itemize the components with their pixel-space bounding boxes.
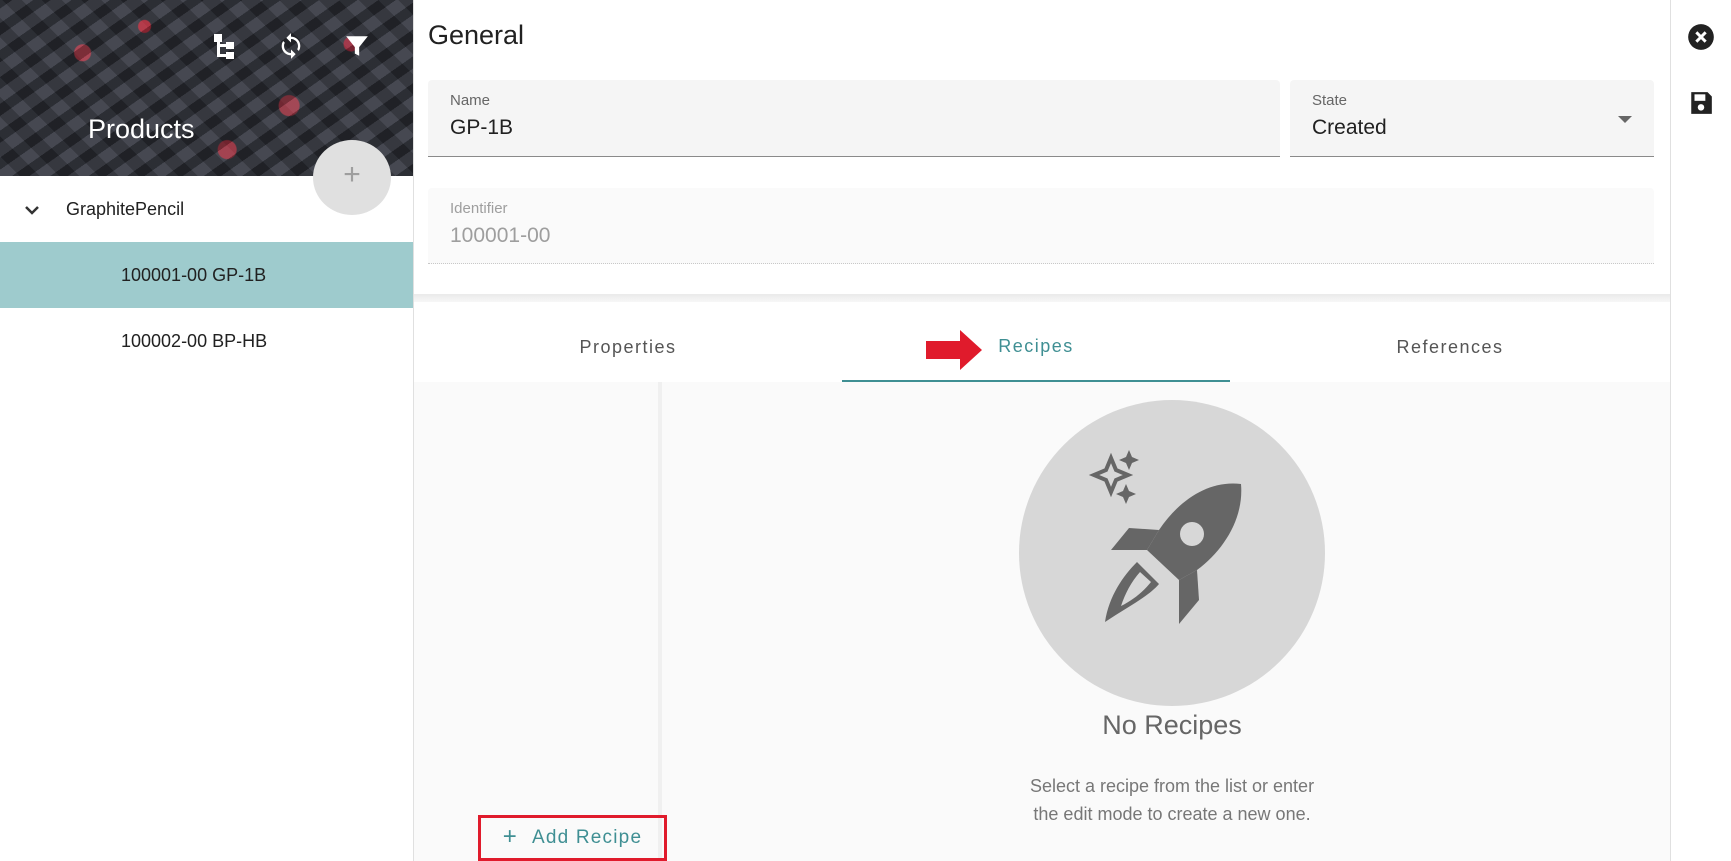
identifier-value: 100001-00 bbox=[450, 224, 551, 247]
identifier-label: Identifier bbox=[450, 200, 508, 217]
plus-icon: + bbox=[502, 823, 518, 850]
red-arrow-annotation-icon bbox=[924, 328, 984, 377]
close-icon[interactable] bbox=[1685, 21, 1717, 53]
section-title: General bbox=[428, 20, 525, 50]
empty-state-illustration bbox=[1019, 400, 1325, 706]
filter-icon[interactable] bbox=[341, 30, 373, 62]
save-icon[interactable] bbox=[1685, 87, 1717, 119]
recipe-list bbox=[414, 382, 662, 861]
add-recipe-label: Add Recipe bbox=[531, 827, 643, 848]
tree-item-label: 100001-00 GP-1B bbox=[121, 264, 267, 285]
tree-item-gp-1b[interactable]: 100001-00 GP-1B bbox=[0, 242, 413, 308]
chevron-down-icon[interactable] bbox=[22, 200, 42, 225]
tab-references[interactable]: References bbox=[1230, 312, 1670, 382]
empty-state-text: Select a recipe from the list or enter t… bbox=[1029, 776, 1315, 824]
name-value[interactable]: GP-1B bbox=[450, 116, 513, 140]
tab-recipes[interactable]: Recipes bbox=[842, 312, 1230, 382]
recipes-panel: + Add Recipe No Recipes Select a recipe … bbox=[414, 382, 1670, 861]
dropdown-arrow-icon[interactable] bbox=[1618, 116, 1632, 123]
section-divider bbox=[414, 294, 1670, 302]
state-label: State bbox=[1312, 92, 1348, 109]
add-recipe-button[interactable]: + Add Recipe bbox=[478, 815, 667, 861]
tree-group-label: GraphitePencil bbox=[66, 198, 185, 219]
add-product-button[interactable]: + bbox=[313, 140, 391, 215]
products-panel: Products + GraphitePencil 100001-00 GP-1… bbox=[0, 0, 414, 861]
action-rail bbox=[1670, 0, 1731, 861]
rocket-icon bbox=[1088, 450, 1242, 624]
refresh-icon[interactable] bbox=[275, 30, 307, 62]
state-value[interactable]: Created bbox=[1312, 116, 1387, 140]
empty-state-title: No Recipes bbox=[1102, 710, 1242, 740]
product-detail: General Name GP-1B State Created Identif… bbox=[414, 0, 1670, 861]
hierarchy-icon[interactable] bbox=[210, 30, 242, 62]
name-label: Name bbox=[450, 92, 491, 109]
tab-bar: Properties Recipes References bbox=[414, 312, 1670, 382]
state-select[interactable]: State Created bbox=[1290, 80, 1654, 157]
tree-item-bp-hb[interactable]: 100002-00 BP-HB bbox=[0, 308, 413, 374]
identifier-field: Identifier 100001-00 bbox=[428, 188, 1654, 264]
tree-item-label: 100002-00 BP-HB bbox=[121, 330, 268, 351]
tab-properties[interactable]: Properties bbox=[414, 312, 842, 382]
panel-title: Products bbox=[88, 114, 195, 144]
name-field[interactable]: Name GP-1B bbox=[428, 80, 1280, 157]
